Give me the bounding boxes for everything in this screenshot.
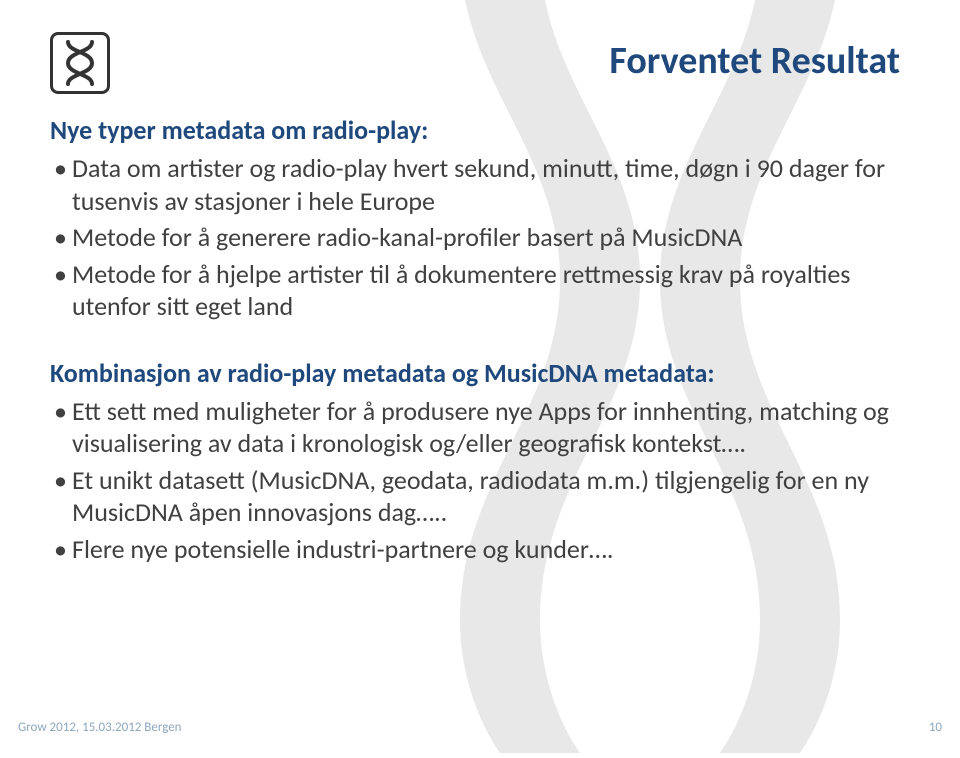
section-1: Nye typer metadata om radio-play: Data o… [50, 114, 910, 323]
section-2: Kombinasjon av radio-play metadata og Mu… [50, 357, 910, 566]
section-2-heading: Kombinasjon av radio-play metadata og Mu… [50, 357, 910, 389]
list-item: Ett sett med muligheter for å produsere … [50, 395, 910, 460]
slide-title: Forventet Resultat [609, 38, 910, 84]
footer: Grow 2012, 15.03.2012 Bergen 10 [18, 720, 942, 735]
list-item: Et unikt datasett (MusicDNA, geodata, ra… [50, 464, 910, 529]
list-item: Metode for å hjelpe artister til å dokum… [50, 258, 910, 323]
page-number: 10 [929, 720, 942, 735]
list-item: Flere nye potensielle industri-partnere … [50, 533, 910, 566]
dna-logo-icon [50, 32, 110, 94]
list-item: Data om artister og radio-play hvert sek… [50, 152, 910, 217]
section-1-list: Data om artister og radio-play hvert sek… [50, 152, 910, 323]
footer-left: Grow 2012, 15.03.2012 Bergen [18, 720, 182, 735]
list-item: Metode for å generere radio-kanal-profil… [50, 221, 910, 254]
section-1-heading: Nye typer metadata om radio-play: [50, 114, 910, 146]
section-2-list: Ett sett med muligheter for å produsere … [50, 395, 910, 566]
